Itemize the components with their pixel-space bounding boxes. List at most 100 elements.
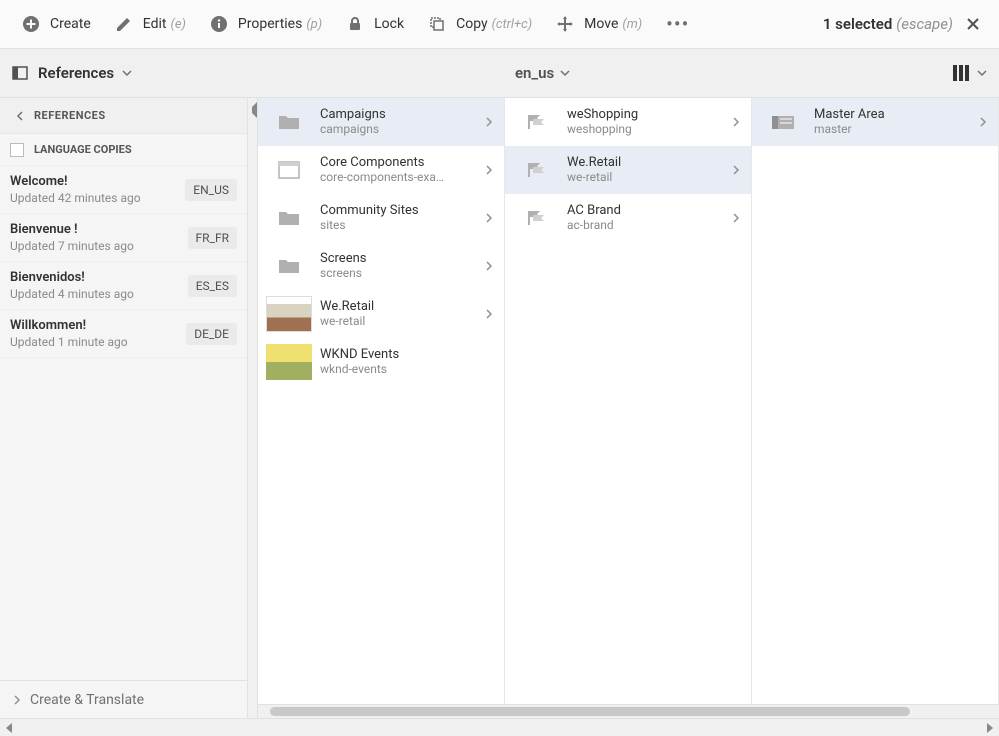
create-translate-button[interactable]: Create & Translate xyxy=(0,680,247,718)
rail-sub-label: LANGUAGE COPIES xyxy=(34,143,132,156)
column-item[interactable]: WKND Eventswknd-events xyxy=(258,338,504,386)
chevron-left-icon xyxy=(15,111,25,121)
lock-button[interactable]: Lock xyxy=(334,0,416,48)
column-item[interactable]: Screensscreens xyxy=(258,242,504,290)
item-title: Core Components xyxy=(320,155,482,170)
item-name: screens xyxy=(320,266,482,280)
copy-button[interactable]: Copy (ctrl+c) xyxy=(416,0,544,48)
chevron-down-icon xyxy=(122,68,132,78)
item-title: We.Retail xyxy=(320,299,482,314)
scrollbar-thumb[interactable] xyxy=(270,707,910,716)
column: CampaignscampaignsCore Componentscore-co… xyxy=(258,98,505,718)
references-rail: REFERENCES LANGUAGE COPIES Welcome! Upda… xyxy=(0,98,248,718)
item-title: Campaigns xyxy=(320,107,482,122)
horizontal-scrollbar[interactable] xyxy=(258,704,999,718)
move-button[interactable]: Move (m) xyxy=(544,0,654,48)
edit-button[interactable]: Edit (e) xyxy=(103,0,198,48)
template-icon xyxy=(266,152,312,188)
secondary-bar: References en_us xyxy=(0,49,999,98)
item-title: Screens xyxy=(320,251,482,266)
selection-count: 1 selected xyxy=(823,15,892,33)
language-copies-list: Welcome! Updated 42 minutes ago EN_US Bi… xyxy=(0,166,247,680)
page-thumbnail xyxy=(266,344,312,380)
language-copy-row[interactable]: Welcome! Updated 42 minutes ago EN_US xyxy=(0,166,247,214)
properties-button[interactable]: Properties (p) xyxy=(198,0,334,48)
panel-icon xyxy=(12,65,28,81)
breadcrumb-button[interactable]: en_us xyxy=(132,64,953,82)
close-icon xyxy=(965,16,981,32)
column-item[interactable]: Campaignscampaigns xyxy=(258,98,504,146)
column-item[interactable]: Master Areamaster xyxy=(752,98,998,146)
rail-toggle-button[interactable]: References xyxy=(12,64,132,82)
item-title: WKND Events xyxy=(320,347,482,362)
scroll-left-icon xyxy=(6,723,12,733)
column-item[interactable]: We.Retailwe-retail xyxy=(258,290,504,338)
chevron-down-icon xyxy=(560,68,570,78)
columns-scroll: CampaignscampaignsCore Componentscore-co… xyxy=(258,98,999,718)
flag-icon xyxy=(513,152,559,188)
deselect-button[interactable] xyxy=(963,14,983,34)
chevron-right-icon xyxy=(482,117,496,127)
info-circle-icon xyxy=(210,15,228,33)
item-meta: We.Retailwe-retail xyxy=(567,155,729,184)
column: weShoppingweshopping We.Retailwe-retail AC… xyxy=(505,98,752,718)
more-button[interactable]: ••• xyxy=(654,0,701,48)
item-meta: Screensscreens xyxy=(320,251,482,280)
copy-updated: Updated 4 minutes ago xyxy=(10,287,188,301)
item-meta: WKND Eventswknd-events xyxy=(320,347,482,376)
scroll-right-icon xyxy=(987,723,993,733)
move-icon xyxy=(556,15,574,33)
column-view-icon xyxy=(953,65,971,81)
locale-badge[interactable]: EN_US xyxy=(185,179,237,201)
chevron-right-icon xyxy=(976,117,990,127)
columns-wrap: CampaignscampaignsCore Componentscore-co… xyxy=(258,98,999,718)
item-title: AC Brand xyxy=(567,203,729,218)
rail-splitter[interactable] xyxy=(248,98,258,718)
folder-icon xyxy=(266,104,312,140)
copy-title: Welcome! xyxy=(10,174,185,189)
column-item[interactable]: We.Retailwe-retail xyxy=(505,146,751,194)
chevron-right-icon xyxy=(482,309,496,319)
item-name: ac-brand xyxy=(567,218,729,232)
edit-hint: (e) xyxy=(171,17,186,32)
copy-label: Copy xyxy=(456,16,488,32)
item-name: core-components-exa… xyxy=(320,170,482,184)
view-switch-button[interactable] xyxy=(953,65,987,81)
copy-hint: (ctrl+c) xyxy=(492,17,533,32)
column-item[interactable]: Core Componentscore-components-exa… xyxy=(258,146,504,194)
language-copy-row[interactable]: Bienvenidos! Updated 4 minutes ago ES_ES xyxy=(0,262,247,310)
selection-info: 1 selected (escape) xyxy=(823,14,989,34)
create-button[interactable]: Create xyxy=(10,0,103,48)
folder-icon xyxy=(266,200,312,236)
column-item[interactable]: weShoppingweshopping xyxy=(505,98,751,146)
locale-badge[interactable]: FR_FR xyxy=(188,227,237,249)
create-label: Create xyxy=(50,16,91,32)
rail-back-button[interactable] xyxy=(12,111,28,121)
item-meta: We.Retailwe-retail xyxy=(320,299,482,328)
item-title: weShopping xyxy=(567,107,729,122)
item-title: We.Retail xyxy=(567,155,729,170)
column-item[interactable]: AC Brandac-brand xyxy=(505,194,751,242)
item-meta: AC Brandac-brand xyxy=(567,203,729,232)
window-scrollbar[interactable] xyxy=(0,718,999,736)
rail-header-label: REFERENCES xyxy=(34,109,106,122)
select-all-checkbox[interactable] xyxy=(10,143,24,157)
column-item[interactable]: Community Sitessites xyxy=(258,194,504,242)
language-copy-row[interactable]: Willkommen! Updated 1 minute ago DE_DE xyxy=(0,310,247,358)
locale-badge[interactable]: ES_ES xyxy=(188,275,237,297)
item-meta: Community Sitessites xyxy=(320,203,482,232)
item-name: weshopping xyxy=(567,122,729,136)
language-copy-row[interactable]: Bienvenue ! Updated 7 minutes ago FR_FR xyxy=(0,214,247,262)
pencil-icon xyxy=(115,15,133,33)
page-thumbnail xyxy=(266,296,312,332)
ellipsis-icon: ••• xyxy=(666,12,689,36)
item-meta: Master Areamaster xyxy=(814,107,976,136)
column: Master Areamaster xyxy=(752,98,999,718)
locale-badge[interactable]: DE_DE xyxy=(186,323,237,345)
action-bar: Create Edit (e) Properties (p) Lock Copy… xyxy=(0,0,999,49)
chevron-right-icon xyxy=(12,695,22,705)
chevron-right-icon xyxy=(482,213,496,223)
breadcrumb-label: en_us xyxy=(515,64,554,82)
chevron-right-icon xyxy=(482,165,496,175)
copy-updated: Updated 42 minutes ago xyxy=(10,191,185,205)
